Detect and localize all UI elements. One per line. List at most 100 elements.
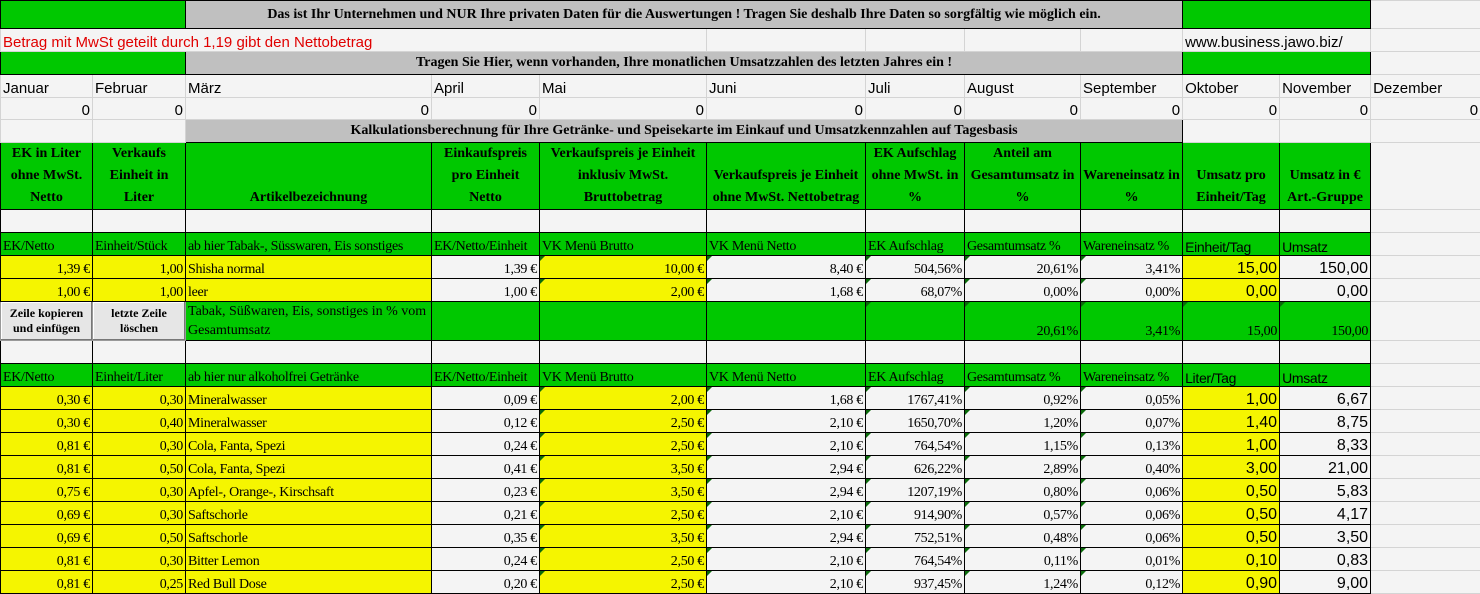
ek-netto-cell[interactable]: 0,75 €	[1, 479, 93, 502]
units-per-day-cell[interactable]: 0,50	[1183, 525, 1280, 548]
cell[interactable]	[1371, 210, 1480, 233]
green-cell[interactable]	[432, 302, 540, 341]
month-label-oktober[interactable]: Oktober	[1183, 75, 1280, 98]
ek-markup-cell[interactable]: 626,22%	[866, 456, 965, 479]
vk-netto-cell[interactable]: 2,94 €	[707, 479, 866, 502]
vk-brutto-cell[interactable]: 2,50 €	[540, 433, 707, 456]
subheader[interactable]: VK Menü Brutto	[540, 364, 707, 387]
cell[interactable]	[707, 29, 866, 52]
units-per-day-cell[interactable]: 1,00	[1183, 387, 1280, 410]
subheader[interactable]: Liter/Tag	[1183, 364, 1280, 387]
column-header[interactable]: Artikelbezeichnung	[186, 143, 432, 210]
ek-netto-cell[interactable]: 0,69 €	[1, 525, 93, 548]
cell[interactable]	[1371, 341, 1480, 364]
article-name-cell[interactable]: Apfel-, Orange-, Kirschsaft	[186, 479, 432, 502]
subheader[interactable]: Wareneinsatz %	[1081, 364, 1183, 387]
tobacco-summary-label[interactable]: Tabak, Süßwaren, Eis, sonstiges in % vom…	[186, 302, 432, 341]
cell[interactable]	[1280, 341, 1371, 364]
month-label-juni[interactable]: Juni	[707, 75, 866, 98]
article-name-cell[interactable]: Saftschorle	[186, 502, 432, 525]
monthly-prompt[interactable]: Tragen Sie Hier, wenn vorhanden, Ihre mo…	[186, 52, 1183, 75]
article-name-cell[interactable]: leer	[186, 279, 432, 302]
unit-cell[interactable]: 0,50	[93, 525, 186, 548]
revenue-cell[interactable]: 9,00	[1280, 571, 1371, 594]
cell[interactable]	[93, 210, 186, 233]
vk-brutto-cell[interactable]: 2,00 €	[540, 279, 707, 302]
vk-netto-cell[interactable]: 2,10 €	[707, 548, 866, 571]
subheader[interactable]: VK Menü Netto	[707, 233, 866, 256]
ek-netto-cell[interactable]: 1,39 €	[1, 256, 93, 279]
cost-ratio-cell[interactable]: 0,06%	[1081, 525, 1183, 548]
ek-netto-cell[interactable]: 0,81 €	[1, 456, 93, 479]
subheader[interactable]: ab hier nur alkoholfrei Getränke	[186, 364, 432, 387]
ek-per-unit-cell[interactable]: 0,12 €	[432, 410, 540, 433]
vk-brutto-cell[interactable]: 2,50 €	[540, 410, 707, 433]
column-header[interactable]: Einkaufspreis pro Einheit Netto	[432, 143, 540, 210]
ek-netto-cell[interactable]: 0,30 €	[1, 387, 93, 410]
cell[interactable]	[1081, 29, 1183, 52]
vk-brutto-cell[interactable]: 2,50 €	[540, 548, 707, 571]
unit-cell[interactable]: 0,30	[93, 433, 186, 456]
tobacco-units-per-day[interactable]: 15,00	[1183, 302, 1280, 341]
ek-markup-cell[interactable]: 752,51%	[866, 525, 965, 548]
ek-markup-cell[interactable]: 1767,41%	[866, 387, 965, 410]
month-label-september[interactable]: September	[1081, 75, 1183, 98]
ek-markup-cell[interactable]: 914,90%	[866, 502, 965, 525]
cell[interactable]	[540, 341, 707, 364]
vk-brutto-cell[interactable]: 10,00 €	[540, 256, 707, 279]
ek-netto-cell[interactable]: 0,69 €	[1, 502, 93, 525]
cell[interactable]	[965, 29, 1081, 52]
green-cell[interactable]	[540, 302, 707, 341]
ek-per-unit-cell[interactable]: 0,21 €	[432, 502, 540, 525]
column-header[interactable]: Verkaufspreis je Einheit ohne MwSt. Nett…	[707, 143, 866, 210]
column-header[interactable]: EK Aufschlag ohne MwSt. in %	[866, 143, 965, 210]
tobacco-revenue[interactable]: 150,00	[1280, 302, 1371, 341]
month-label-juli[interactable]: Juli	[866, 75, 965, 98]
unit-cell[interactable]: 0,30	[93, 479, 186, 502]
ek-per-unit-cell[interactable]: 0,20 €	[432, 571, 540, 594]
ek-markup-cell[interactable]: 764,54%	[866, 433, 965, 456]
subheader[interactable]: Umsatz	[1280, 364, 1371, 387]
article-name-cell[interactable]: Saftschorle	[186, 525, 432, 548]
unit-cell[interactable]: 0,30	[93, 387, 186, 410]
cell[interactable]	[1, 120, 93, 143]
revenue-share-cell[interactable]: 1,15%	[965, 433, 1081, 456]
website-link[interactable]: www.business.jawo.biz/	[1183, 29, 1371, 52]
revenue-share-cell[interactable]: 0,48%	[965, 525, 1081, 548]
cell[interactable]	[1371, 120, 1480, 143]
article-name-cell[interactable]: Cola, Fanta, Spezi	[186, 456, 432, 479]
cell[interactable]	[1371, 52, 1480, 75]
cell[interactable]	[707, 210, 866, 233]
revenue-cell[interactable]: 8,75	[1280, 410, 1371, 433]
ek-netto-cell[interactable]: 0,30 €	[1, 410, 93, 433]
revenue-share-cell[interactable]: 2,89%	[965, 456, 1081, 479]
subheader[interactable]: VK Menü Brutto	[540, 233, 707, 256]
ek-per-unit-cell[interactable]: 0,23 €	[432, 479, 540, 502]
green-cell[interactable]	[1, 1, 186, 29]
vat-hint[interactable]: Betrag mit MwSt geteilt durch 1,19 gibt …	[1, 29, 707, 52]
cell[interactable]	[707, 341, 866, 364]
unit-cell[interactable]: 1,00	[93, 256, 186, 279]
vk-brutto-cell[interactable]: 2,00 €	[540, 387, 707, 410]
cell[interactable]	[866, 210, 965, 233]
ek-markup-cell[interactable]: 1207,19%	[866, 479, 965, 502]
cell[interactable]	[1371, 548, 1480, 571]
subheader[interactable]: EK/Netto	[1, 233, 93, 256]
subheader[interactable]: Einheit/Liter	[93, 364, 186, 387]
ek-per-unit-cell[interactable]: 1,00 €	[432, 279, 540, 302]
ek-markup-cell[interactable]: 937,45%	[866, 571, 965, 594]
cost-ratio-cell[interactable]: 0,06%	[1081, 479, 1183, 502]
cell[interactable]	[1371, 302, 1480, 341]
cell[interactable]	[866, 29, 965, 52]
revenue-cell[interactable]: 150,00	[1280, 256, 1371, 279]
cost-ratio-cell[interactable]: 0,06%	[1081, 502, 1183, 525]
month-label-mai[interactable]: Mai	[540, 75, 707, 98]
delete-last-row-button[interactable]: letzte Zeile löschen	[93, 302, 186, 341]
vk-netto-cell[interactable]: 2,10 €	[707, 410, 866, 433]
cell[interactable]	[1371, 571, 1480, 594]
vk-brutto-cell[interactable]: 2,50 €	[540, 502, 707, 525]
cell[interactable]	[432, 341, 540, 364]
cell[interactable]	[1371, 364, 1480, 387]
cell[interactable]	[1371, 29, 1480, 52]
unit-cell[interactable]: 0,40	[93, 410, 186, 433]
